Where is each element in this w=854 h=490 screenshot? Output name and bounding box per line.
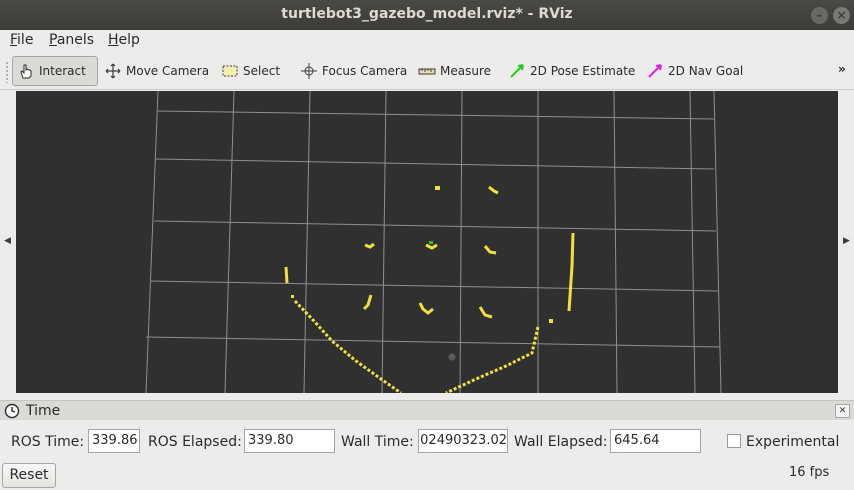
magenta-arrow-icon xyxy=(648,64,662,78)
tool-focus-camera[interactable]: Focus Camera xyxy=(296,56,411,86)
title-bar: turtlebot3_gazebo_model.rviz* - RViz – × xyxy=(0,0,854,30)
experimental-checkbox[interactable] xyxy=(727,434,741,448)
menu-help[interactable]: Help xyxy=(108,32,140,48)
toolbar: Interact Move Camera Select Focus Camera… xyxy=(0,52,854,90)
tool-label: Select xyxy=(243,64,281,78)
ros-time-label: ROS Time: xyxy=(11,434,85,450)
ros-time-field[interactable]: 339.86 xyxy=(88,429,140,453)
tool-label: 2D Nav Goal xyxy=(668,64,744,78)
render-canvas[interactable] xyxy=(16,91,838,393)
wall-time-field[interactable]: 1702490323.02 xyxy=(418,429,508,453)
time-panel-header: Time ✕ xyxy=(0,400,854,420)
move-camera-icon xyxy=(105,63,121,79)
wall-elapsed-field[interactable]: 645.64 xyxy=(610,429,701,453)
time-panel-close-button[interactable]: ✕ xyxy=(835,404,850,418)
clock-icon xyxy=(4,403,20,419)
robot-marker xyxy=(448,353,456,361)
menu-file[interactable]: File xyxy=(10,32,33,48)
tool-label: Measure xyxy=(440,64,491,78)
minimize-button[interactable]: – xyxy=(811,7,828,24)
window-title: turtlebot3_gazebo_model.rviz* - RViz xyxy=(281,6,573,22)
green-arrow-icon xyxy=(510,64,524,78)
tool-label: Move Camera xyxy=(126,64,210,78)
time-panel-title: Time xyxy=(26,403,61,419)
toolbar-overflow-button[interactable]: » xyxy=(838,62,846,76)
close-button[interactable]: × xyxy=(833,7,850,24)
left-panel-toggle-icon[interactable]: ◀ xyxy=(4,236,11,246)
wall-elapsed-label: Wall Elapsed: xyxy=(514,434,608,450)
experimental-label: Experimental xyxy=(746,434,840,450)
menu-bar: File Panels Help xyxy=(0,30,854,52)
ros-elapsed-label: ROS Elapsed: xyxy=(148,434,242,450)
grid xyxy=(145,91,722,393)
ros-elapsed-field[interactable]: 339.80 xyxy=(244,429,335,453)
focus-camera-icon xyxy=(301,63,317,79)
menu-panels[interactable]: Panels xyxy=(49,32,94,48)
tool-measure[interactable]: Measure xyxy=(414,56,495,86)
3d-viewport[interactable] xyxy=(16,91,838,393)
tool-label: Focus Camera xyxy=(322,64,408,78)
laser-scan xyxy=(284,185,575,393)
hand-icon xyxy=(20,64,32,79)
reset-button[interactable]: Reset xyxy=(2,463,56,488)
tool-2d-nav-goal[interactable]: 2D Nav Goal xyxy=(642,56,747,86)
wall-time-label: Wall Time: xyxy=(341,434,414,450)
select-icon xyxy=(222,65,238,77)
tool-label: 2D Pose Estimate xyxy=(530,64,636,78)
tool-interact[interactable]: Interact xyxy=(12,56,98,86)
right-panel-toggle-icon[interactable]: ▶ xyxy=(843,236,850,246)
fps-readout: 16 fps xyxy=(789,465,830,480)
tool-label: Interact xyxy=(39,64,86,78)
tool-2d-pose-estimate[interactable]: 2D Pose Estimate xyxy=(504,56,639,86)
tool-move-camera[interactable]: Move Camera xyxy=(100,56,213,86)
tool-select[interactable]: Select xyxy=(217,56,284,86)
toolbar-grip[interactable] xyxy=(5,61,9,83)
ruler-icon xyxy=(418,68,436,75)
